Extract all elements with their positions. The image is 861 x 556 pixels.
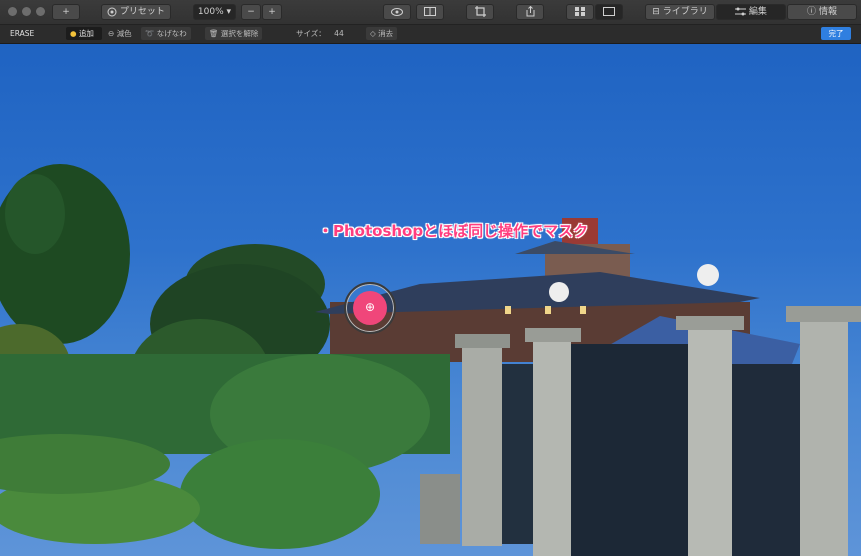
crosshair-icon: ⊕: [364, 300, 376, 314]
size-label: サイズ：: [296, 29, 326, 38]
chevron-down-icon: ▾: [226, 7, 232, 17]
eye-icon: [391, 7, 403, 17]
lasso-label: なげなわ: [156, 29, 187, 38]
close-window-button[interactable]: [8, 7, 17, 16]
single-view-icon: [603, 7, 615, 17]
minimize-window-button[interactable]: [22, 7, 31, 16]
zoom-window-button[interactable]: [36, 7, 45, 16]
zoom-value: 100%: [197, 7, 224, 17]
compare-icon: [424, 7, 436, 17]
subtract-brush-button[interactable]: ⊖ 減色: [104, 27, 136, 40]
add-brush-label: 追加: [78, 29, 94, 38]
grid-view-button[interactable]: [566, 4, 594, 20]
zoom-in-button[interactable]: +: [262, 4, 282, 20]
hedges: [0, 354, 450, 549]
erase-button[interactable]: ◇ 消去: [366, 27, 398, 40]
preview-button[interactable]: [383, 4, 411, 20]
zoom-select[interactable]: 100% ▾: [193, 4, 236, 20]
crop-icon: [474, 6, 486, 17]
tab-library-label: ライブラリ: [662, 7, 708, 17]
done-button[interactable]: 完了: [821, 27, 851, 40]
eraser-icon: ◇: [370, 29, 376, 38]
share-button[interactable]: [516, 4, 544, 20]
info-icon: ⓘ: [807, 7, 817, 17]
mode-label: ERASE: [10, 29, 35, 38]
add-brush-button[interactable]: ● 追加: [66, 27, 102, 40]
share-icon: [526, 5, 535, 17]
tab-library[interactable]: ⊟ ライブラリ: [645, 4, 715, 20]
single-view-button[interactable]: [595, 4, 623, 20]
zoom-out-button[interactable]: −: [241, 4, 261, 20]
tab-edit[interactable]: 編集: [716, 4, 786, 20]
minus-circle-icon: ⊖: [108, 29, 115, 38]
tab-info-label: 情報: [818, 7, 837, 17]
title-toolbar: + プリセット 100% ▾ − + ⊟ ライブラリ 編集 ⓘ 情報: [0, 0, 861, 25]
add-brush-icon: ●: [70, 29, 77, 38]
sliders-icon: [735, 7, 749, 17]
annotation-caption: ・Photoshopとほぼ同じ操作でマスク: [318, 222, 589, 240]
deselect-label: 選択を解除: [220, 29, 259, 38]
preset-label: プリセット: [119, 7, 165, 17]
compare-button[interactable]: [416, 4, 444, 20]
library-icon: ⊟: [652, 7, 660, 17]
tab-info[interactable]: ⓘ 情報: [787, 4, 857, 20]
trash-icon: 🗑: [209, 29, 219, 38]
erase-toolbar: ERASE ● 追加 ⊖ 減色 ➰ なげなわ 🗑 選択を解除 サイズ： 44 ◇…: [0, 25, 861, 44]
erase-label: 消去: [378, 29, 394, 38]
lasso-icon: ➰: [145, 29, 155, 38]
brush-size-control[interactable]: サイズ： 44: [292, 27, 348, 40]
deselect-button[interactable]: 🗑 選択を解除: [205, 27, 263, 40]
photo-scene: [0, 164, 861, 556]
lasso-button[interactable]: ➰ なげなわ: [141, 27, 191, 40]
plus-icon: +: [268, 7, 276, 17]
preset-icon: [107, 7, 120, 17]
minus-icon: −: [247, 7, 255, 17]
size-value: 44: [334, 29, 344, 38]
tab-edit-label: 編集: [748, 7, 767, 17]
photo-canvas[interactable]: ・Photoshopとほぼ同じ操作でマスク ⊕: [0, 44, 861, 556]
crop-button[interactable]: [466, 4, 494, 20]
grid-icon: [575, 7, 585, 17]
preset-button[interactable]: プリセット: [101, 4, 171, 20]
subtract-brush-label: 減色: [116, 29, 132, 38]
plus-icon: +: [62, 7, 70, 17]
add-button[interactable]: +: [52, 4, 80, 20]
